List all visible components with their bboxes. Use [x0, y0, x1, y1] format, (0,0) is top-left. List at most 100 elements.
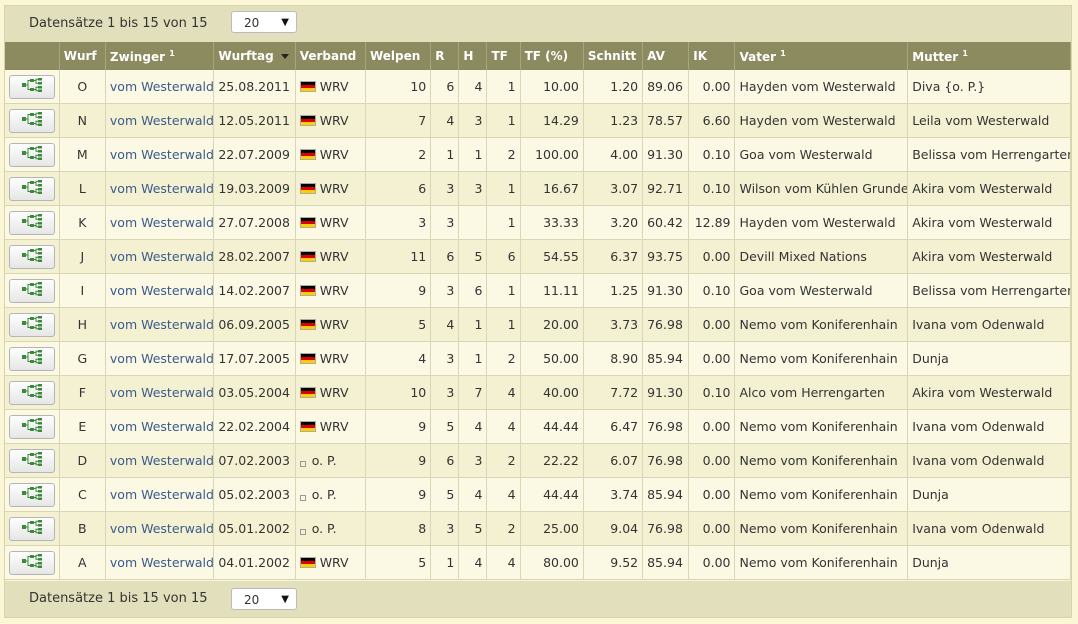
cell-welpen: 3 — [365, 205, 432, 240]
cell-mutter: Ivana vom Odenwald — [907, 409, 1071, 444]
kennel-link[interactable]: vom Westerwald — [110, 351, 213, 366]
col-wurf[interactable]: Wurf — [59, 42, 106, 70]
col-vater[interactable]: Vater 1 — [734, 42, 909, 70]
pedigree-button[interactable] — [9, 108, 55, 133]
cell-mutter: Akira vom Westerwald — [907, 375, 1071, 410]
kennel-link[interactable]: vom Westerwald — [110, 283, 213, 298]
pedigree-button[interactable] — [9, 516, 55, 541]
col-mutter[interactable]: Mutter 1 — [907, 42, 1071, 70]
pedigree-tree-icon — [21, 452, 43, 469]
kennel-link[interactable]: vom Westerwald — [110, 113, 213, 128]
cell-schnitt: 1.23 — [583, 103, 644, 138]
kennel-link[interactable]: vom Westerwald — [110, 147, 213, 162]
cell-r: 3 — [430, 375, 460, 410]
page-size-select[interactable]: 20 ▼ — [231, 588, 297, 610]
cell-mutter: Akira vom Westerwald — [907, 239, 1071, 274]
cell-tf-percent: 14.29 — [520, 103, 584, 138]
col-zwinger[interactable]: Zwinger 1 — [105, 42, 215, 70]
verband-label: WRV — [319, 283, 349, 298]
pedigree-button[interactable] — [9, 482, 55, 507]
kennel-link[interactable]: vom Westerwald — [110, 555, 213, 570]
table-row: Evom Westerwald 22.02.2004 WRV 9 5 4 4 44.44 6.4… — [5, 409, 1071, 444]
pedigree-button[interactable] — [9, 74, 55, 99]
cell-tf: 2 — [486, 137, 521, 172]
cell-schnitt: 4.00 — [583, 137, 644, 172]
pedigree-button[interactable] — [9, 142, 55, 167]
page-size-select[interactable]: 20 ▼ — [231, 11, 297, 33]
cell-vater: Nemo vom Koniferenhain — [734, 443, 909, 478]
cell-welpen: 9 — [365, 477, 432, 512]
cell-verband: WRV — [295, 341, 366, 376]
cell-wurftag: 17.07.2005 — [213, 341, 296, 376]
german-flag-icon — [299, 387, 316, 398]
kennel-link[interactable]: vom Westerwald — [110, 385, 213, 400]
german-flag-icon — [299, 421, 316, 432]
cell-verband: WRV — [295, 273, 366, 308]
cell-ik: 0.00 — [688, 511, 736, 546]
col-tf-percent[interactable]: TF (%) — [520, 42, 584, 70]
cell-vater: Nemo vom Koniferenhain — [734, 511, 909, 546]
kennel-link[interactable]: vom Westerwald — [110, 317, 213, 332]
cell-vater: Hayden vom Westerwald — [734, 103, 909, 138]
cell-welpen: 10 — [365, 70, 432, 104]
kennel-link[interactable]: vom Westerwald — [110, 487, 213, 502]
cell-wurftag: 27.07.2008 — [213, 205, 296, 240]
pedigree-button[interactable] — [9, 550, 55, 575]
pedigree-button[interactable] — [9, 346, 55, 371]
cell-wurftag: 22.02.2004 — [213, 409, 296, 444]
cell-wurf: N — [59, 103, 106, 138]
col-ik[interactable]: IK — [688, 42, 736, 70]
cell-welpen: 5 — [365, 307, 432, 342]
cell-wurftag: 03.05.2004 — [213, 375, 296, 410]
cell-welpen: 9 — [365, 409, 432, 444]
table-row: Cvom Westerwald 05.02.2003 o. P. 9 5 4 4 44.44 3… — [5, 477, 1071, 512]
verband-label: WRV — [319, 181, 349, 196]
action-cell — [5, 239, 60, 274]
cell-zwinger: vom Westerwald — [105, 341, 215, 376]
kennel-link[interactable]: vom Westerwald — [110, 419, 213, 434]
kennel-link[interactable]: vom Westerwald — [110, 453, 213, 468]
cell-verband: WRV — [295, 171, 366, 206]
col-welpen[interactable]: Welpen — [365, 42, 432, 70]
verband-label: WRV — [319, 147, 349, 162]
cell-r: 3 — [430, 171, 460, 206]
cell-vater: Nemo vom Koniferenhain — [734, 307, 909, 342]
cell-av: 85.94 — [642, 545, 690, 580]
cell-h: 5 — [458, 511, 488, 546]
cell-h: 4 — [458, 409, 488, 444]
col-wurftag[interactable]: Wurftag — [213, 42, 296, 70]
cell-schnitt: 1.20 — [583, 70, 644, 104]
cell-tf: 1 — [486, 70, 521, 104]
pedigree-button[interactable] — [9, 210, 55, 235]
pedigree-button[interactable] — [9, 448, 55, 473]
kennel-link[interactable]: vom Westerwald — [110, 521, 213, 536]
action-cell — [5, 273, 60, 308]
pedigree-button[interactable] — [9, 244, 55, 269]
col-h[interactable]: H — [458, 42, 488, 70]
pedigree-button[interactable] — [9, 176, 55, 201]
col-tf[interactable]: TF — [486, 42, 521, 70]
pedigree-button[interactable] — [9, 380, 55, 405]
pedigree-tree-icon — [21, 146, 43, 163]
cell-vater: Goa vom Westerwald — [734, 273, 909, 308]
col-verband[interactable]: Verband — [295, 42, 366, 70]
cell-h: 4 — [458, 477, 488, 512]
pedigree-button[interactable] — [9, 312, 55, 337]
verband-label: WRV — [319, 555, 349, 570]
kennel-link[interactable]: vom Westerwald — [110, 181, 213, 196]
col-av[interactable]: AV — [642, 42, 690, 70]
kennel-link[interactable]: vom Westerwald — [110, 215, 213, 230]
kennel-link[interactable]: vom Westerwald — [110, 79, 213, 94]
action-cell — [5, 307, 60, 342]
col-schnitt[interactable]: Schnitt — [583, 42, 644, 70]
verband-label: WRV — [319, 419, 349, 434]
cell-ik: 6.60 — [688, 103, 736, 138]
col-r[interactable]: R — [430, 42, 460, 70]
cell-verband: WRV — [295, 70, 366, 104]
kennel-link[interactable]: vom Westerwald — [110, 249, 213, 264]
cell-wurf: M — [59, 137, 106, 172]
cell-r: 6 — [430, 239, 460, 274]
pedigree-button[interactable] — [9, 278, 55, 303]
cell-tf-percent: 11.11 — [520, 273, 584, 308]
pedigree-button[interactable] — [9, 414, 55, 439]
